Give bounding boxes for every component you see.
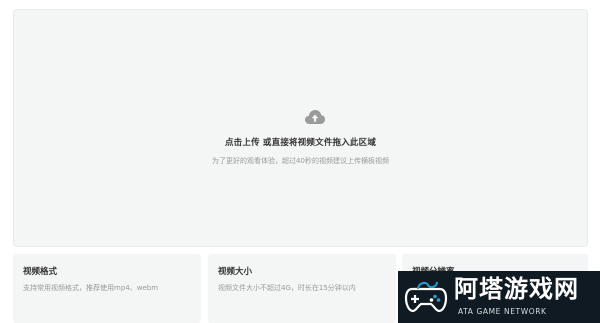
card-description: 支持常用视频格式，推荐使用mp4、webm <box>23 284 159 292</box>
upload-page: 点击上传 或直接将视频文件拖入此区域 为了更好的观看体验，超过40秒的视频建议上… <box>0 0 600 323</box>
card-title: 视频格式 <box>23 267 58 277</box>
card-title: 视频大小 <box>218 267 253 277</box>
cloud-upload-icon <box>305 110 325 124</box>
info-card-format: 视频格式 支持常用视频格式，推荐使用mp4、webm <box>13 254 201 323</box>
upload-title: 点击上传 或直接将视频文件拖入此区域 <box>224 138 377 148</box>
site-watermark: 阿塔游戏网 ATA GAME NETWORK <box>398 271 600 323</box>
upload-hint: 为了更好的观看体验，超过40秒的视频建议上传横板视频 <box>212 157 389 165</box>
watermark-subtitle: ATA GAME NETWORK <box>458 307 547 316</box>
gamepad-logo-icon <box>404 281 448 313</box>
info-card-size: 视频大小 视频文件大小不超过4G，时长在15分钟以内 <box>208 254 396 323</box>
card-description: 视频文件大小不超过4G，时长在15分钟以内 <box>218 284 356 292</box>
upload-dropzone[interactable]: 点击上传 或直接将视频文件拖入此区域 为了更好的观看体验，超过40秒的视频建议上… <box>13 9 588 247</box>
watermark-title: 阿塔游戏网 <box>454 275 579 303</box>
